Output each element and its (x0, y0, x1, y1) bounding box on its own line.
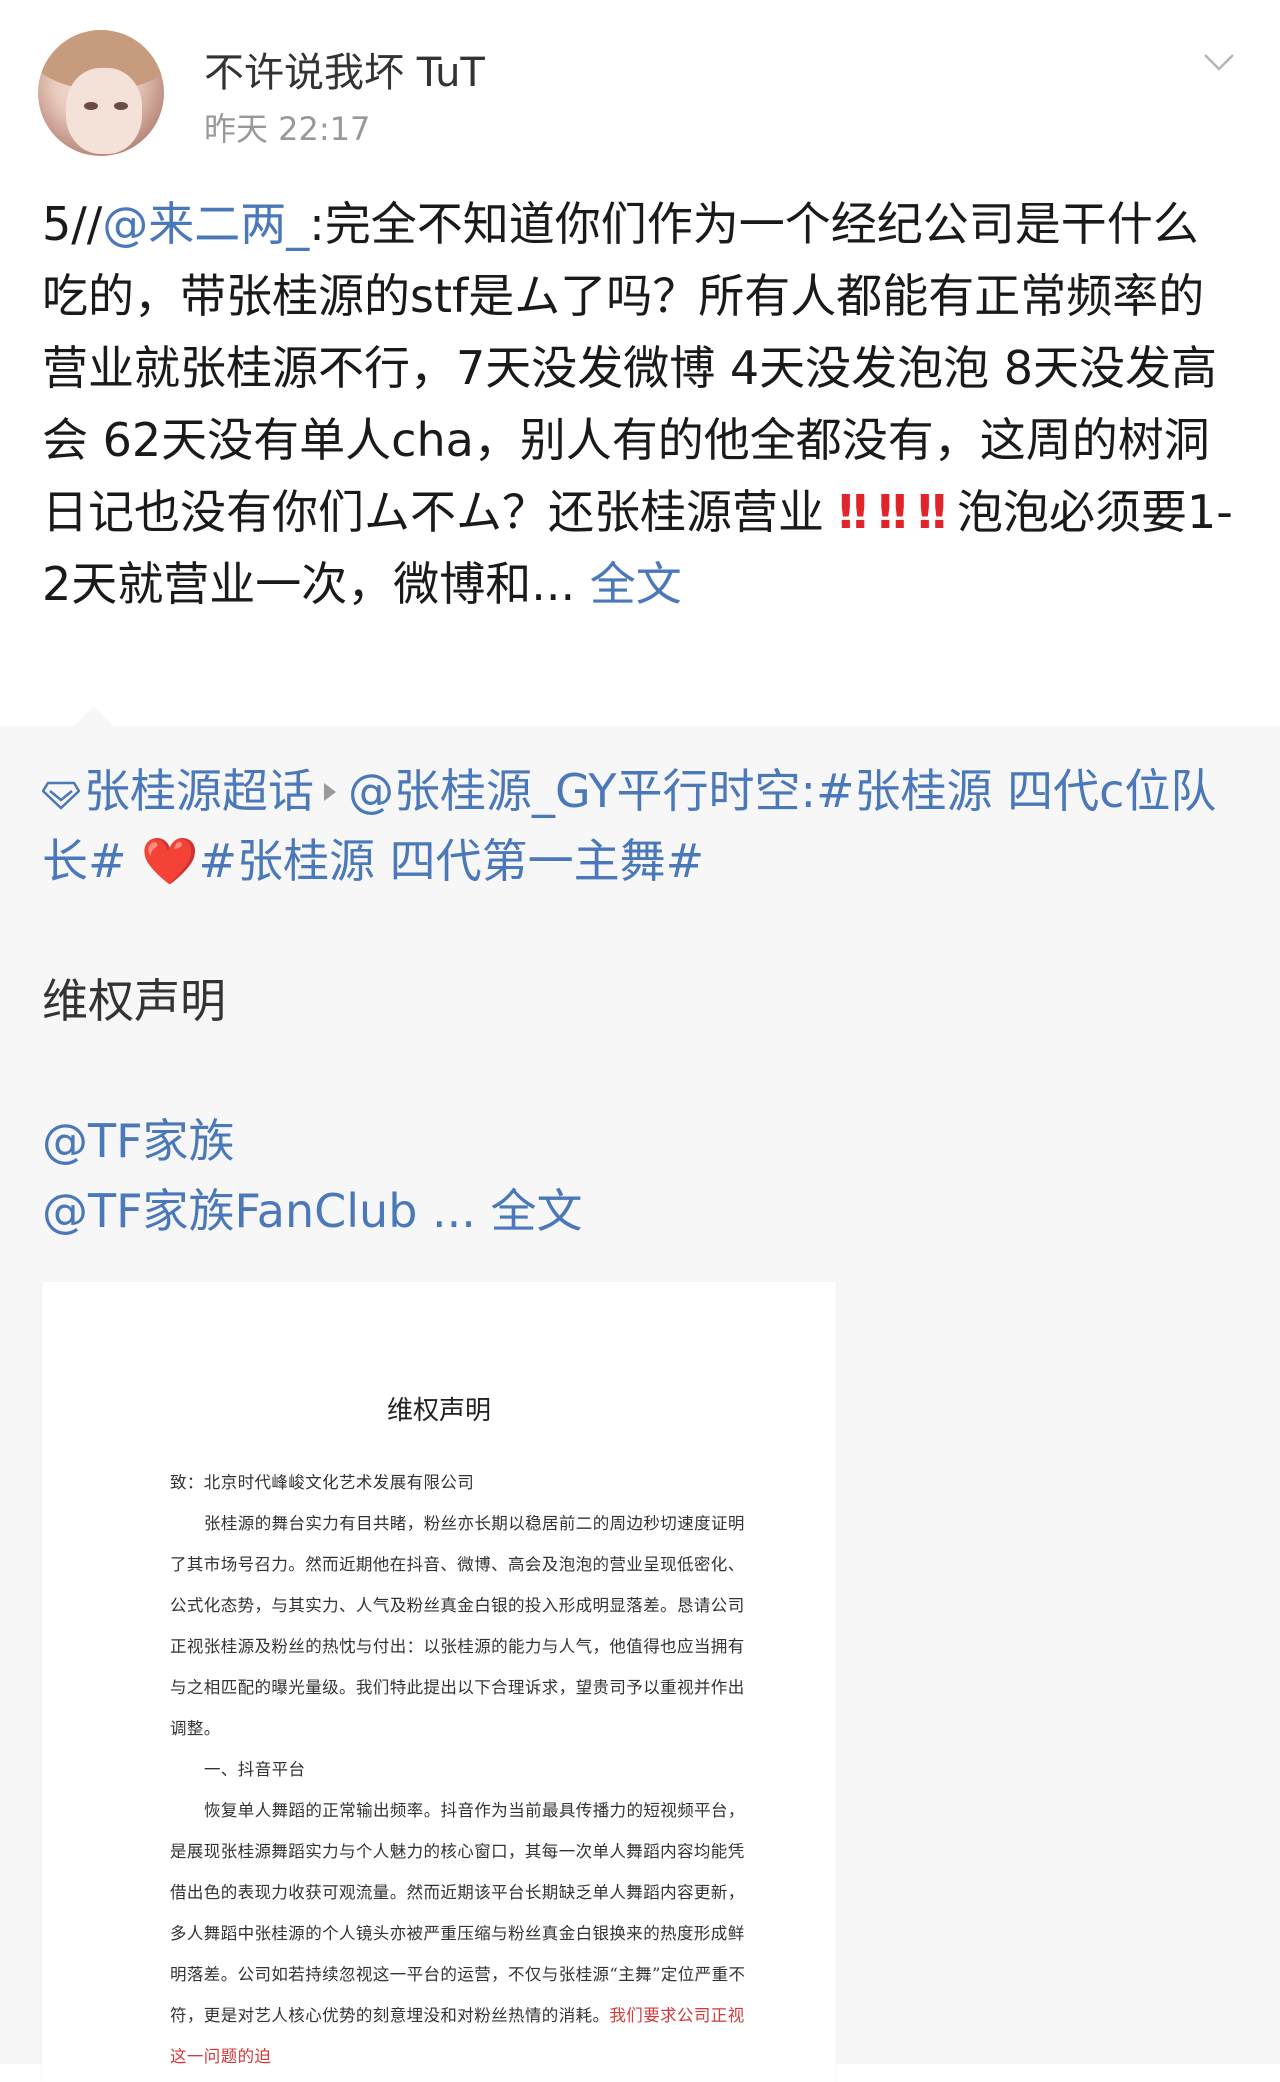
username[interactable]: 不许说我坏 TuT (204, 40, 485, 98)
mention-link[interactable]: @来二两_ (102, 197, 309, 251)
document-salutation: 致：北京时代峰峻文化艺术发展有限公司 (170, 1473, 475, 1492)
mention-link[interactable]: @TF家族 (42, 1114, 235, 1168)
post-header: 不许说我坏 TuT 昨天 22:17 (0, 0, 1280, 170)
document-body: 致：北京时代峰峻文化艺术发展有限公司 张桂源的舞台实力有目共睹，粉丝亦长期以稳居… (170, 1462, 760, 2077)
document-paragraph: 恢复单人舞蹈的正常输出频率。抖音作为当前最具传播力的短视频平台，是展现张桂源舞蹈… (170, 1790, 760, 2077)
exclamation-icon: ‼ (838, 485, 868, 539)
full-text-link[interactable]: 全文 (590, 557, 682, 611)
repost-author-link[interactable]: @张桂源_GY (348, 764, 616, 818)
mention-link[interactable]: @TF家族FanClub (42, 1184, 417, 1238)
hashtag-link[interactable]: #张桂源 四代第一主舞# (198, 834, 704, 888)
full-text-link[interactable]: 全文 (491, 1184, 583, 1238)
document-paragraph-text: 恢复单人舞蹈的正常输出频率。抖音作为当前最具传播力的短视频平台，是展现张桂源舞蹈… (170, 1801, 746, 2025)
document-paragraph: 张桂源的舞台实力有目共睹，粉丝亦长期以稳居前二的周边秒切速度证明了其市场号召力。… (170, 1514, 745, 1738)
exclamation-icon: ‼ (878, 485, 907, 539)
repost-lead-text: 平行时空: (616, 764, 816, 818)
repost-body: 张桂源超话 @张桂源_GY平行时空:#张桂源 四代c位队长# ❤️#张桂源 四代第… (42, 756, 1242, 1246)
avatar[interactable] (38, 30, 164, 156)
heart-icon: ❤️ (141, 834, 199, 888)
ellipsis: ... (417, 1184, 491, 1238)
repost-title: 维权声明 (42, 974, 226, 1028)
arrow-right-icon (324, 782, 336, 801)
document-title: 维权声明 (386, 1396, 491, 1426)
post-body: 5//@来二两_:完全不知道你们作为一个经纪公司是干什么吃的，带张桂源的stf是… (42, 188, 1242, 620)
document-image[interactable]: 维权声明 致：北京时代峰峻文化艺术发展有限公司 张桂源的舞台实力有目共睹，粉丝亦… (42, 1282, 836, 2082)
post-time: 昨天 22:17 (204, 110, 371, 148)
chevron-down-icon[interactable] (1202, 44, 1236, 78)
post-prefix: 5// (42, 197, 103, 251)
exclamation-icon: ‼ (917, 485, 947, 539)
repost-notch (74, 706, 114, 726)
supertopic-link[interactable]: 张桂源超话 (84, 764, 314, 818)
diamond-icon (42, 781, 80, 810)
document-section-heading: 一、抖音平台 (204, 1760, 306, 1779)
